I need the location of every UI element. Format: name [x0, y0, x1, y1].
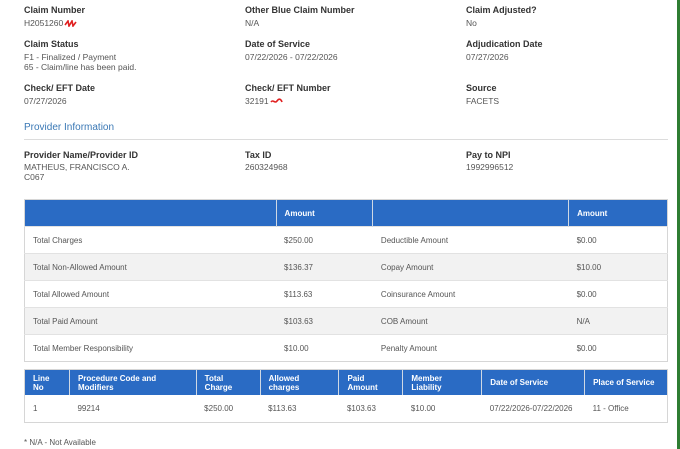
row-amount: $136.37	[276, 253, 373, 281]
footnote: * N/A - Not Available	[24, 438, 96, 447]
row-label2: Coinsurance Amount	[372, 280, 569, 308]
table-row: Total Member Responsibility $10.00 Penal…	[24, 334, 668, 362]
provider-section-title: Provider Information	[24, 122, 115, 133]
row-amount2: N/A	[568, 307, 668, 335]
claim-adjusted-label: Claim Adjusted?	[466, 5, 537, 15]
cell-place-of-service: 11 - Office	[592, 404, 629, 413]
claim-adjusted-value: No	[466, 18, 477, 28]
amounts-header-amount2: Amount	[568, 199, 668, 227]
redaction-scribble-icon	[269, 98, 283, 104]
row-label: Total Paid Amount	[24, 307, 277, 335]
cell-allowed-charges: $113.63	[268, 404, 297, 413]
header-paid-amount: Paid Amount	[338, 369, 404, 395]
tax-id-value: 260324968	[245, 162, 288, 172]
check-eft-date-value: 07/27/2026	[24, 96, 67, 106]
row-label: Total Allowed Amount	[24, 280, 277, 308]
table-row: Total Allowed Amount $113.63 Coinsurance…	[24, 280, 668, 308]
cell-procedure-code: 99214	[77, 404, 100, 413]
amounts-header-row: Amount Amount	[24, 199, 668, 227]
header-allowed-charges: Allowed charges	[260, 369, 340, 395]
cell-line-no: 1	[33, 404, 38, 413]
row-label2: Deductible Amount	[372, 226, 569, 254]
table-row: Total Paid Amount $103.63 COB Amount N/A	[24, 307, 668, 335]
row-amount: $103.63	[276, 307, 373, 335]
header-place-of-service: Place of Service	[584, 369, 668, 395]
date-of-service-value: 07/22/2026 - 07/22/2026	[245, 52, 338, 62]
row-label: Total Member Responsibility	[24, 334, 277, 362]
row-label2: COB Amount	[372, 307, 569, 335]
check-eft-date-label: Check/ EFT Date	[24, 83, 96, 93]
amounts-header-label2	[372, 199, 570, 227]
header-member-liability: Member Liability	[402, 369, 483, 395]
redaction-scribble-icon	[64, 20, 77, 28]
adjudication-date-label: Adjudication Date	[466, 39, 543, 49]
row-amount2: $0.00	[568, 226, 668, 254]
amounts-header-amount: Amount	[276, 199, 374, 227]
row-amount: $250.00	[276, 226, 373, 254]
cell-total-charge: $250.00	[204, 404, 234, 413]
date-of-service-label: Date of Service	[245, 39, 311, 49]
claim-number-value: H2051260	[24, 18, 77, 28]
row-amount2: $10.00	[568, 253, 668, 281]
claim-status-label: Claim Status	[24, 39, 79, 49]
other-blue-claim-value: N/A	[245, 18, 260, 28]
adjudication-date-value: 07/27/2026	[466, 52, 509, 62]
check-eft-number-value: 32191	[245, 96, 283, 106]
service-lines-table: Line No Procedure Code and Modifiers Tot…	[24, 369, 668, 423]
amounts-summary-table: Amount Amount Total Charges $250.00 Dedu…	[24, 199, 668, 362]
check-eft-number-text: 32191	[245, 96, 269, 106]
tax-id-label: Tax ID	[245, 150, 272, 160]
row-label2: Penalty Amount	[372, 334, 569, 362]
cell-member-liability: $10.00	[410, 404, 436, 413]
row-amount: $10.00	[276, 334, 373, 362]
row-amount2: $0.00	[568, 280, 668, 308]
claim-status-line1: F1 - Finalized / Payment	[24, 52, 117, 62]
row-amount2: $0.00	[568, 334, 668, 362]
cell-date-of-service: 07/22/2026-07/22/2026	[489, 404, 573, 413]
table-row: 1 99214 $250.00 $113.63 $103.63 $10.00 0…	[25, 395, 668, 423]
claim-number-label: Claim Number	[24, 5, 86, 15]
check-eft-number-label: Check/ EFT Number	[245, 83, 331, 93]
claim-status-line2: 65 - Claim/line has been paid.	[24, 62, 137, 72]
header-total-charge: Total Charge	[196, 369, 261, 395]
row-label: Total Non-Allowed Amount	[24, 253, 277, 281]
pay-to-npi-label: Pay to NPI	[466, 150, 511, 160]
other-blue-claim-label: Other Blue Claim Number	[245, 5, 355, 15]
lines-header-row: Line No Procedure Code and Modifiers Tot…	[24, 369, 668, 395]
source-value: FACETS	[466, 96, 500, 106]
row-label: Total Charges	[24, 226, 277, 254]
provider-name-line1: MATHEUS, FRANCISCO A.	[24, 162, 130, 172]
provider-id-value: C067	[24, 172, 45, 182]
provider-name-label: Provider Name/Provider ID	[24, 150, 139, 160]
table-row: Total Charges $250.00 Deductible Amount …	[24, 226, 668, 254]
section-divider	[24, 139, 668, 140]
row-label2: Copay Amount	[372, 253, 569, 281]
source-label: Source	[466, 83, 497, 93]
claim-number-text: H2051260	[24, 18, 64, 28]
table-row: Total Non-Allowed Amount $136.37 Copay A…	[24, 253, 668, 281]
header-date-of-service: Date of Service	[481, 369, 586, 395]
header-procedure-code: Procedure Code and Modifiers	[69, 369, 197, 395]
header-line-no: Line No	[24, 369, 70, 395]
cell-paid-amount: $103.63	[346, 404, 376, 413]
pay-to-npi-value: 1992996512	[466, 162, 514, 172]
amounts-header-label	[24, 199, 277, 227]
row-amount: $113.63	[276, 280, 373, 308]
